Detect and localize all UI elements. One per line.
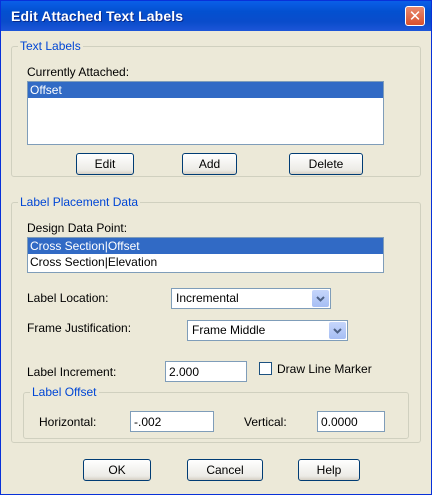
draw-line-marker-label: Draw Line Marker: [277, 362, 372, 376]
ok-button[interactable]: OK: [83, 459, 151, 481]
title-bar[interactable]: Edit Attached Text Labels ✕: [1, 1, 431, 31]
list-item-cross-section-elevation[interactable]: Cross Section|Elevation: [28, 254, 383, 270]
frame-justification-value: Frame Middle: [192, 323, 266, 337]
dialog-window: Edit Attached Text Labels ✕ Text Labels …: [0, 0, 432, 495]
list-item-offset[interactable]: Offset: [28, 82, 383, 98]
list-item-cross-section-offset[interactable]: Cross Section|Offset: [28, 238, 383, 254]
label-increment-label: Label Increment:: [27, 365, 117, 379]
chevron-down-icon[interactable]: [312, 290, 329, 307]
label-increment-input[interactable]: [165, 361, 247, 382]
close-button[interactable]: ✕: [405, 6, 425, 26]
design-data-point-list[interactable]: Cross Section|Offset Cross Section|Eleva…: [27, 237, 384, 273]
window-title: Edit Attached Text Labels: [11, 8, 184, 24]
help-button[interactable]: Help: [298, 459, 360, 481]
currently-attached-label: Currently Attached:: [27, 65, 130, 79]
chevron-down-icon[interactable]: [329, 322, 346, 339]
frame-justification-label: Frame Justification:: [27, 321, 132, 335]
label-location-value: Incremental: [176, 291, 239, 305]
add-button[interactable]: Add: [182, 153, 237, 175]
vertical-label: Vertical:: [244, 415, 287, 429]
attached-labels-list[interactable]: Offset: [27, 81, 384, 145]
frame-justification-select[interactable]: Frame Middle: [187, 320, 348, 341]
label-location-select[interactable]: Incremental: [171, 288, 331, 309]
horizontal-offset-input[interactable]: [130, 411, 214, 432]
design-data-point-label: Design Data Point:: [27, 221, 128, 235]
label-location-label: Label Location:: [27, 291, 109, 305]
delete-button[interactable]: Delete: [289, 153, 363, 175]
close-icon: ✕: [408, 8, 422, 25]
horizontal-label: Horizontal:: [39, 415, 97, 429]
vertical-offset-input[interactable]: [317, 411, 385, 432]
label-placement-legend: Label Placement Data: [20, 195, 139, 209]
draw-line-marker-checkbox[interactable]: [259, 362, 272, 375]
label-offset-legend: Label Offset: [32, 385, 97, 399]
edit-button[interactable]: Edit: [76, 153, 134, 175]
text-labels-legend: Text Labels: [20, 39, 81, 53]
cancel-button[interactable]: Cancel: [187, 459, 263, 481]
